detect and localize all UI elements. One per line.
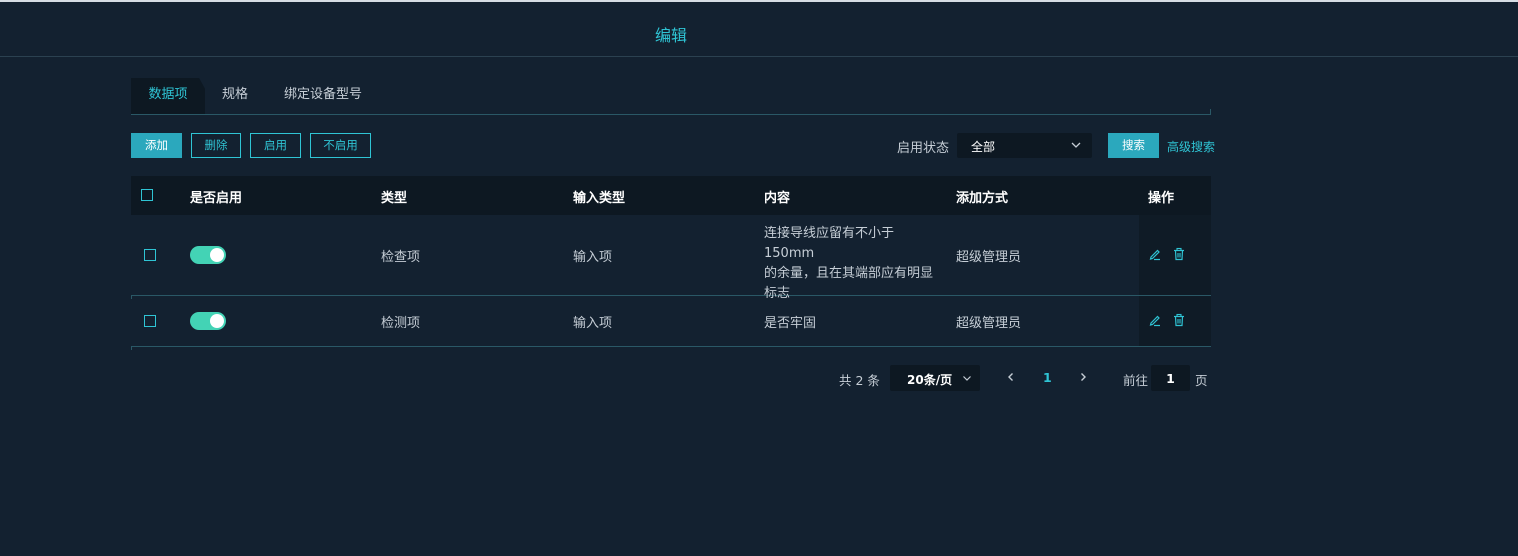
table-row: 检测项 输入项 是否牢固 超级管理员 <box>131 296 1211 350</box>
search-button[interactable]: 搜索 <box>1108 133 1159 158</box>
column-header-added-by: 添加方式 <box>956 191 1009 206</box>
row-checkbox[interactable] <box>144 249 156 261</box>
status-filter-label: 启用状态 <box>897 141 950 156</box>
enable-button[interactable]: 启用 <box>250 133 301 158</box>
page-size-select[interactable]: 20条/页 <box>890 365 980 391</box>
cell-content: 连接导线应留有不小于150mm 的余量，且在其端部应有明显 标志 <box>764 224 944 304</box>
tab-label: 绑定设备型号 <box>284 87 363 102</box>
cell-type: 检测项 <box>381 316 421 331</box>
pencil-icon[interactable] <box>1148 247 1162 261</box>
status-filter-value: 全部 <box>971 140 996 154</box>
page-number-current[interactable]: 1 <box>1043 370 1052 385</box>
cell-input-type: 输入项 <box>573 250 613 265</box>
toggle-knob <box>210 314 224 328</box>
cell-input-type: 输入项 <box>573 316 613 331</box>
table-header: 是否启用 类型 输入类型 内容 添加方式 操作 <box>131 176 1211 215</box>
toggle-knob <box>210 248 224 262</box>
cell-added-by: 超级管理员 <box>956 316 1022 331</box>
column-header-content: 内容 <box>764 191 791 206</box>
column-header-actions: 操作 <box>1148 191 1175 206</box>
disable-button[interactable]: 不启用 <box>310 133 371 158</box>
delete-button[interactable]: 删除 <box>191 133 241 158</box>
chevron-right-icon[interactable] <box>1077 371 1089 383</box>
chevron-left-icon[interactable] <box>1005 371 1017 383</box>
column-header-input-type: 输入类型 <box>573 191 626 206</box>
chevron-down-icon <box>1071 142 1081 148</box>
content-line: 连接导线应留有不小于150mm <box>764 226 895 261</box>
tab-specs[interactable]: 规格 <box>222 78 248 114</box>
column-header-enabled: 是否启用 <box>190 191 243 206</box>
tab-label: 规格 <box>222 87 249 102</box>
enabled-toggle[interactable] <box>190 246 226 264</box>
tab-bind-device-model[interactable]: 绑定设备型号 <box>284 78 362 114</box>
divider <box>1210 109 1211 115</box>
select-all-checkbox[interactable] <box>141 189 153 201</box>
add-button[interactable]: 添加 <box>131 133 182 158</box>
trash-icon[interactable] <box>1172 313 1186 327</box>
tab-bar: 数据项 规格 绑定设备型号 <box>131 78 1211 115</box>
pencil-icon[interactable] <box>1148 313 1162 327</box>
cell-type: 检查项 <box>381 250 421 265</box>
page-size-value: 20条/页 <box>907 373 953 387</box>
goto-unit: 页 <box>1195 373 1208 388</box>
trash-icon[interactable] <box>1172 247 1186 261</box>
column-header-type: 类型 <box>381 191 408 206</box>
status-filter-select[interactable]: 全部 <box>957 133 1092 158</box>
goto-page-input[interactable] <box>1151 365 1190 391</box>
table-row: 检查项 输入项 连接导线应留有不小于150mm 的余量，且在其端部应有明显 标志… <box>131 215 1211 301</box>
pagination-total: 共 2 条 <box>839 373 880 388</box>
enabled-toggle[interactable] <box>190 312 226 330</box>
row-checkbox[interactable] <box>144 315 156 327</box>
goto-label: 前往 <box>1123 373 1149 388</box>
content-line: 的余量，且在其端部应有明显 <box>764 266 934 281</box>
dialog-title: 编辑 <box>655 26 688 45</box>
chevron-down-icon <box>963 376 971 381</box>
dialog-header: 编辑 <box>0 2 1518 57</box>
advanced-search-link[interactable]: 高级搜索 <box>1167 138 1215 155</box>
cell-added-by: 超级管理员 <box>956 250 1022 265</box>
cell-content: 是否牢固 <box>764 316 817 331</box>
divider <box>131 346 132 350</box>
tab-label: 数据项 <box>148 87 188 102</box>
tab-data-items[interactable]: 数据项 <box>131 78 205 114</box>
